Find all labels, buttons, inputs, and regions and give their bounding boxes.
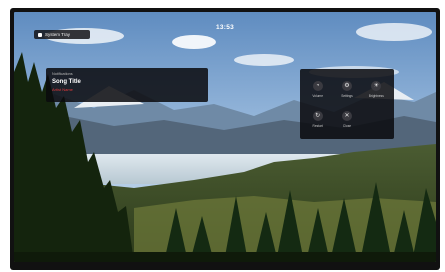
monitor-icon — [38, 32, 42, 37]
notification-app-label: Notifications — [52, 72, 73, 76]
quick-settings-panel: ◔ Volume ⚙ Settings ☀ Brightness ↻ Resta… — [300, 69, 394, 139]
notification-title: Song Title — [52, 79, 81, 85]
gear-icon: ⚙ — [341, 80, 352, 91]
clock: 13:53 — [215, 24, 235, 31]
quick-tile-restart[interactable]: ↻ Restart — [303, 104, 332, 134]
quick-tile-volume[interactable]: ◔ Volume — [303, 74, 332, 104]
light-icon: ☀ — [371, 80, 382, 91]
quick-tile-settings[interactable]: ⚙ Settings — [332, 74, 361, 104]
notification-subtitle: Artist Name — [52, 87, 73, 92]
screen: System Tray 13:53 Notifications Song Tit… — [14, 12, 436, 262]
close-icon: ✕ — [341, 110, 352, 121]
quick-tile-brightness[interactable]: ☀ Brightness — [362, 74, 391, 104]
system-tray-label: System Tray — [45, 32, 71, 37]
quick-tile-label: Volume — [312, 93, 323, 98]
quick-tile-label: Close — [342, 123, 352, 128]
quick-tile-close[interactable]: ✕ Close — [332, 104, 361, 134]
device-frame: System Tray 13:53 Notifications Song Tit… — [10, 8, 440, 270]
quick-tile-label: Settings — [341, 93, 353, 98]
quick-tile-label: Brightness — [368, 93, 384, 98]
volume-icon: ◔ — [312, 80, 323, 91]
restart-icon: ↻ — [312, 110, 323, 121]
quick-tile-label: Restart — [312, 123, 323, 128]
now-playing-notification[interactable]: Notifications Song Title Artist Name — [46, 68, 208, 102]
system-tray-badge[interactable]: System Tray — [34, 30, 90, 39]
